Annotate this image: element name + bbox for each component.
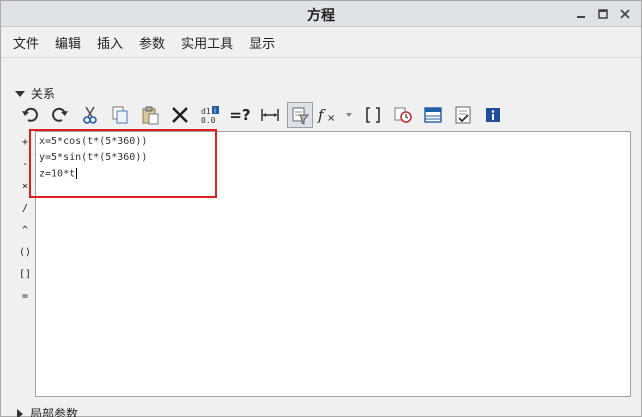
functions-dropdown[interactable]: f × <box>317 105 352 125</box>
collapse-triangle-icon <box>15 90 25 97</box>
operator-brackets[interactable]: [] <box>15 263 35 285</box>
menu-display[interactable]: 显示 <box>249 33 275 52</box>
delete-x-icon <box>172 107 188 123</box>
table-button[interactable] <box>420 102 446 128</box>
local-params-section-toggle[interactable]: 局部参数 <box>17 405 78 417</box>
menu-parameters[interactable]: 参数 <box>139 33 165 52</box>
menu-edit[interactable]: 编辑 <box>55 33 81 52</box>
menu-utilities[interactable]: 实用工具 <box>181 33 233 52</box>
copy-icon <box>112 106 128 124</box>
undo-icon <box>22 107 38 122</box>
maximize-icon <box>598 9 608 19</box>
title-bar: 方程 <box>1 1 641 27</box>
redo-icon <box>52 107 68 122</box>
menu-bar: 文件 编辑 插入 参数 实用工具 显示 <box>1 28 641 56</box>
svg-text:i: i <box>214 107 216 115</box>
close-button[interactable] <box>615 4 635 24</box>
svg-text:×: × <box>327 113 335 124</box>
minimize-icon <box>577 16 585 18</box>
operator-equals[interactable]: = <box>15 285 35 307</box>
undo-button[interactable] <box>17 102 43 128</box>
timer-button[interactable] <box>390 102 416 128</box>
paste-icon <box>142 106 159 125</box>
filter-icon <box>292 107 310 125</box>
menu-insert[interactable]: 插入 <box>97 33 123 52</box>
maximize-button[interactable] <box>593 4 613 24</box>
function-fx-icon: f × <box>317 106 335 124</box>
chevron-down-icon <box>346 113 352 117</box>
verify-button[interactable] <box>450 102 476 128</box>
brackets-button[interactable] <box>360 102 386 128</box>
measure-icon <box>261 109 279 121</box>
minimize-button[interactable] <box>571 4 591 24</box>
operator-parentheses[interactable]: () <box>15 241 35 263</box>
brackets-icon <box>366 107 380 123</box>
dimension-toggle-button[interactable]: d1 i 0.0 <box>197 102 223 128</box>
redo-button[interactable] <box>47 102 73 128</box>
dimension-values-icon: d1 i0.0 <box>201 106 219 125</box>
highlight-box <box>29 129 217 198</box>
evaluate-label: =? <box>229 106 251 124</box>
evaluate-button[interactable]: =? <box>227 102 253 128</box>
menu-separator <box>1 57 641 58</box>
relations-section-toggle[interactable]: 关系 <box>15 85 55 102</box>
close-icon <box>620 9 630 19</box>
expand-triangle-icon <box>17 408 23 417</box>
svg-text:f: f <box>317 106 326 124</box>
copy-button[interactable] <box>107 102 133 128</box>
filter-button[interactable] <box>287 102 313 128</box>
table-icon <box>424 107 442 123</box>
info-button[interactable] <box>480 102 506 128</box>
operator-power[interactable]: ^ <box>15 219 35 241</box>
window-title: 方程 <box>307 8 335 24</box>
svg-text:d1: d1 <box>201 107 211 116</box>
measure-button[interactable] <box>257 102 283 128</box>
relations-toolbar: d1 i 0.0 =? f × <box>17 101 510 129</box>
delete-button[interactable] <box>167 102 193 128</box>
paste-button[interactable] <box>137 102 163 128</box>
equation-window: 方程 文件 编辑 插入 参数 实用工具 显示 关系 d1 i 0.0 =? f … <box>0 0 642 417</box>
window-controls <box>571 4 635 24</box>
relations-section-label: 关系 <box>31 87 56 101</box>
menu-file[interactable]: 文件 <box>13 33 39 52</box>
info-icon <box>486 108 500 122</box>
operator-divide[interactable]: / <box>15 197 35 219</box>
local-params-section-label: 局部参数 <box>30 407 79 417</box>
checklist-icon <box>455 106 471 124</box>
svg-text:0.0: 0.0 <box>201 116 216 125</box>
cut-button[interactable] <box>77 102 103 128</box>
scissors-icon <box>83 106 97 124</box>
clock-icon <box>394 107 412 123</box>
